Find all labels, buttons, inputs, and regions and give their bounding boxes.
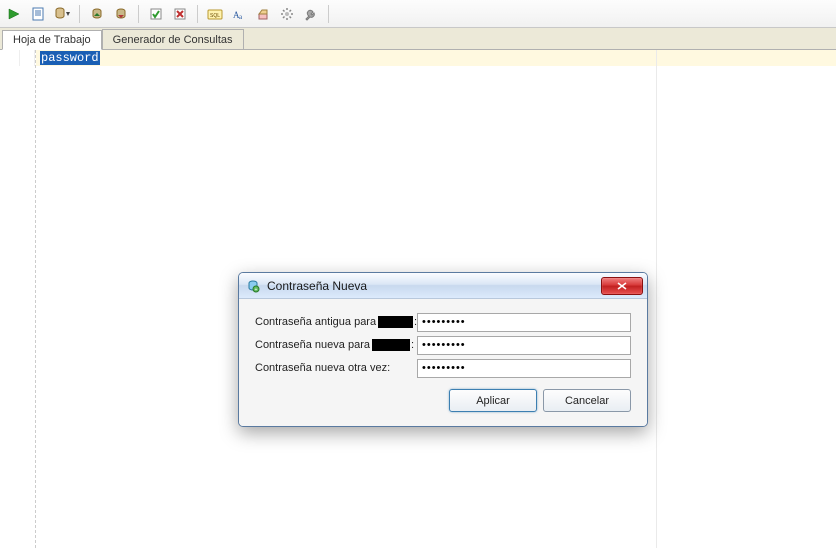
gutter: [0, 50, 36, 548]
commit-icon[interactable]: [146, 4, 166, 24]
redacted-username: [378, 316, 413, 328]
font-icon[interactable]: Aa: [229, 4, 249, 24]
label-new-password: Contraseña nueva para:: [255, 339, 417, 351]
toolbar-separator: [328, 5, 329, 23]
cancel-button[interactable]: Cancelar: [543, 389, 631, 412]
dialog-titlebar[interactable]: + Contraseña Nueva: [239, 273, 647, 299]
toolbar-separator: [138, 5, 139, 23]
dialog-body: Contraseña antigua para: Contraseña nuev…: [239, 299, 647, 426]
new-password-input[interactable]: [417, 336, 631, 355]
clear-icon[interactable]: [253, 4, 273, 24]
dialog-icon: +: [245, 278, 261, 294]
run-icon[interactable]: [4, 4, 24, 24]
selected-text: password: [40, 51, 100, 65]
old-password-input[interactable]: [417, 313, 631, 332]
repeat-password-input[interactable]: [417, 359, 631, 378]
settings-icon[interactable]: [277, 4, 297, 24]
db-dropdown-icon[interactable]: [52, 4, 72, 24]
sheet-icon[interactable]: [28, 4, 48, 24]
wrench-icon[interactable]: [301, 4, 321, 24]
apply-button[interactable]: Aplicar: [449, 389, 537, 412]
toolbar-separator: [79, 5, 80, 23]
tab-bar: Hoja de Trabajo Generador de Consultas: [0, 28, 836, 50]
import-icon[interactable]: [87, 4, 107, 24]
sql-icon[interactable]: SQL: [205, 4, 225, 24]
toolbar: SQL Aa: [0, 0, 836, 28]
toolbar-separator: [197, 5, 198, 23]
rollback-icon[interactable]: [170, 4, 190, 24]
label-repeat-password: Contraseña nueva otra vez:: [255, 362, 417, 374]
dialog-title: Contraseña Nueva: [267, 279, 601, 293]
export-icon[interactable]: [111, 4, 131, 24]
svg-text:SQL: SQL: [210, 13, 220, 19]
tab-worksheet[interactable]: Hoja de Trabajo: [2, 30, 102, 50]
svg-text:a: a: [239, 13, 243, 21]
password-dialog: + Contraseña Nueva Contraseña antigua pa…: [238, 272, 648, 427]
right-margin: [656, 50, 657, 548]
label-old-password: Contraseña antigua para:: [255, 316, 417, 328]
tab-query-builder[interactable]: Generador de Consultas: [102, 29, 244, 49]
close-button[interactable]: [601, 277, 643, 295]
redacted-username: [372, 339, 410, 351]
svg-text:+: +: [255, 287, 258, 293]
